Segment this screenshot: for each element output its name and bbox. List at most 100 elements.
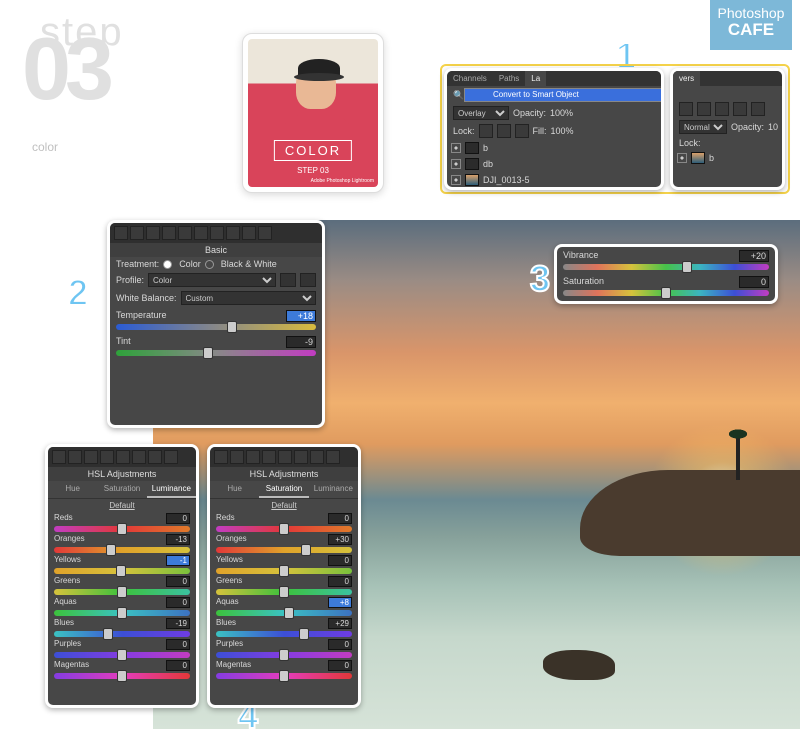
opacity-value[interactable]: 100%	[550, 108, 573, 118]
color-value[interactable]: 0	[166, 513, 190, 524]
detail-icon[interactable]	[146, 226, 160, 240]
slider-magentas[interactable]: Magentas0	[48, 659, 196, 680]
slider-purples[interactable]: Purples0	[48, 638, 196, 659]
slider-knob[interactable]	[106, 544, 116, 556]
layers-panel-b[interactable]: vers Normal Opacity: 10 Lock: b	[670, 68, 785, 190]
tool-icon[interactable]	[326, 450, 340, 464]
visibility-icon[interactable]	[677, 153, 687, 163]
visibility-icon[interactable]	[451, 175, 461, 185]
tint-value[interactable]: -9	[286, 336, 316, 348]
vibrance-value[interactable]: +20	[739, 250, 769, 262]
slider-knob[interactable]	[117, 670, 127, 682]
slider-knob[interactable]	[116, 565, 126, 577]
color-value[interactable]: +8	[328, 597, 352, 608]
color-value[interactable]: 0	[328, 660, 352, 671]
slider-reds[interactable]: Reds0	[48, 512, 196, 533]
hsl-tabs[interactable]: Hue Saturation Luminance	[210, 481, 358, 499]
color-value[interactable]: 0	[166, 576, 190, 587]
tool-iconbar-hsl1[interactable]	[48, 447, 196, 467]
color-value[interactable]: 0	[328, 639, 352, 650]
tool-icon[interactable]	[68, 450, 82, 464]
layer-name[interactable]: b	[709, 153, 714, 163]
adjust-icon[interactable]	[130, 226, 144, 240]
tool-icon[interactable]	[278, 450, 292, 464]
slider-purples[interactable]: Purples0	[210, 638, 358, 659]
color-value[interactable]: 0	[328, 555, 352, 566]
hsl-tabs[interactable]: Hue Saturation Luminance	[48, 481, 196, 499]
tab-paths[interactable]: Paths	[493, 71, 525, 86]
presets-icon[interactable]	[242, 226, 256, 240]
color-value[interactable]: -1	[166, 555, 190, 566]
fx-icon[interactable]	[210, 226, 224, 240]
radio-color[interactable]	[163, 260, 172, 269]
slider-vibrance[interactable]: Vibrance +20	[557, 247, 775, 273]
slider-knob[interactable]	[117, 523, 127, 535]
filter-image-icon[interactable]	[679, 102, 693, 116]
tool-icon[interactable]	[132, 450, 146, 464]
blend-mode-select-b[interactable]: Normal	[679, 120, 727, 134]
slider-aquas[interactable]: Aquas0	[48, 596, 196, 617]
camera-raw-basic-panel[interactable]: Basic Treatment: Color Black & White Pro…	[107, 220, 325, 428]
tool-icon[interactable]	[84, 450, 98, 464]
slider-blues[interactable]: Blues+29	[210, 617, 358, 638]
lock-pixels-icon[interactable]	[479, 124, 493, 138]
video-thumbnail-card[interactable]: COLOR STEP 03 Adobe Photoshop Lightroom	[242, 33, 384, 193]
slider-knob[interactable]	[279, 586, 289, 598]
slider-greens[interactable]: Greens0	[48, 575, 196, 596]
bar-view-icon[interactable]	[300, 273, 316, 287]
tool-icon[interactable]	[52, 450, 66, 464]
slider-knob[interactable]	[301, 544, 311, 556]
slider-blues[interactable]: Blues-19	[48, 617, 196, 638]
visibility-icon[interactable]	[451, 143, 461, 153]
default-link[interactable]: Default	[210, 499, 358, 512]
tab-channels[interactable]: Channels	[447, 71, 493, 86]
crop-icon[interactable]	[114, 226, 128, 240]
tool-iconbar-hsl2[interactable]	[210, 447, 358, 467]
tool-iconbar[interactable]	[110, 223, 322, 243]
color-value[interactable]: -19	[166, 618, 190, 629]
slider-knob[interactable]	[117, 586, 127, 598]
fill-value[interactable]: 100%	[551, 126, 574, 136]
temperature-value[interactable]: +18	[286, 310, 316, 322]
layers-panel-a[interactable]: Channels Paths La Convert to Smart Objec…	[444, 68, 664, 190]
opt-bw[interactable]: Black & White	[221, 259, 277, 269]
slider-knob[interactable]	[203, 347, 213, 359]
tool-icon[interactable]	[116, 450, 130, 464]
visibility-icon[interactable]	[451, 159, 461, 169]
filter-adjust-icon[interactable]	[697, 102, 711, 116]
panel-tabs-b[interactable]: vers	[673, 71, 782, 86]
color-value[interactable]: 0	[328, 576, 352, 587]
color-value[interactable]: 0	[166, 660, 190, 671]
layer-row[interactable]: db	[447, 156, 661, 172]
slider-aquas[interactable]: Aquas+8	[210, 596, 358, 617]
color-value[interactable]: +29	[328, 618, 352, 629]
slider-knob[interactable]	[117, 649, 127, 661]
profile-select[interactable]: Color	[148, 273, 276, 287]
tab-saturation[interactable]: Saturation	[97, 481, 146, 498]
tool-icon[interactable]	[246, 450, 260, 464]
tool-icon[interactable]	[164, 450, 178, 464]
layer-row[interactable]: b	[447, 140, 661, 156]
tab-hue[interactable]: Hue	[210, 481, 259, 498]
slider-tint[interactable]: Tint -9	[110, 333, 322, 359]
slider-reds[interactable]: Reds0	[210, 512, 358, 533]
slider-saturation[interactable]: Saturation 0	[557, 273, 775, 299]
context-menu-convert-smart-object[interactable]: Convert to Smart Object	[464, 88, 664, 102]
slider-knob[interactable]	[661, 287, 671, 299]
filter-smart-icon[interactable]	[751, 102, 765, 116]
tool-icon[interactable]	[294, 450, 308, 464]
slider-temperature[interactable]: Temperature +18	[110, 307, 322, 333]
layer-name[interactable]: db	[483, 159, 493, 169]
color-value[interactable]: 0	[328, 513, 352, 524]
snap-icon[interactable]	[258, 226, 272, 240]
slider-oranges[interactable]: Oranges+30	[210, 533, 358, 554]
tool-icon[interactable]	[100, 450, 114, 464]
color-value[interactable]: -13	[166, 534, 190, 545]
color-value[interactable]: +30	[328, 534, 352, 545]
calib-icon[interactable]	[226, 226, 240, 240]
filter-shape-icon[interactable]	[733, 102, 747, 116]
panel-tabs[interactable]: Channels Paths La	[447, 71, 661, 86]
saturation-value[interactable]: 0	[739, 276, 769, 288]
lock-position-icon[interactable]	[497, 124, 511, 138]
color-value[interactable]: 0	[166, 597, 190, 608]
